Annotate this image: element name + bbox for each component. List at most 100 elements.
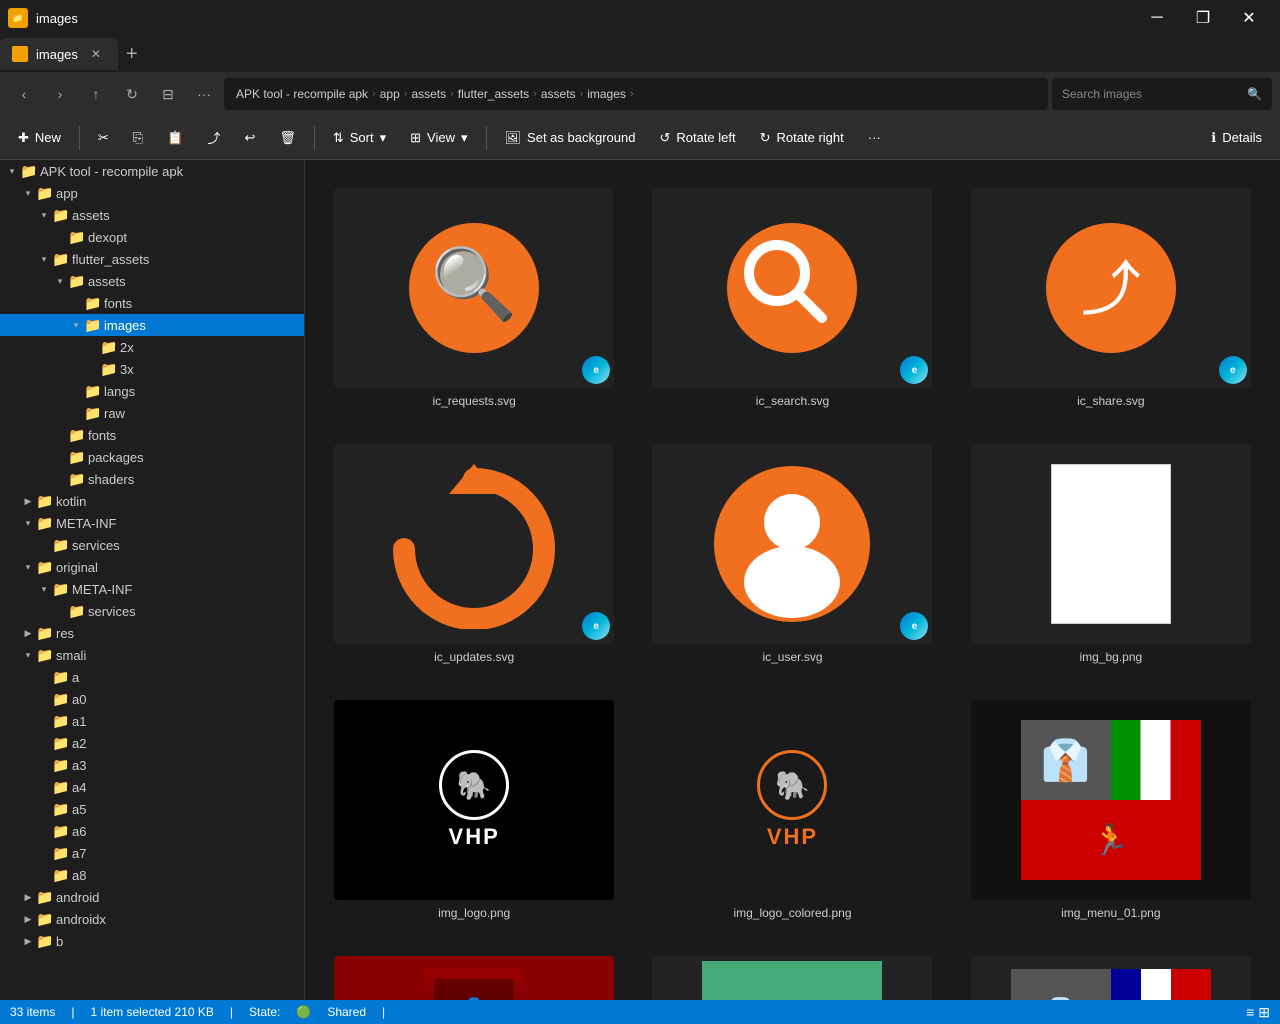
file-item-ic-user[interactable]: e ic_user.svg <box>643 436 941 672</box>
sidebar-item-images[interactable]: ▾ 📁 images <box>0 314 304 336</box>
sidebar-item-assets[interactable]: ▾ 📁 assets <box>0 204 304 226</box>
status-separator: | <box>71 1005 74 1019</box>
sidebar-item-app[interactable]: ▾ 📁 app <box>0 182 304 204</box>
search-bar[interactable]: Search images 🔍 <box>1052 78 1272 110</box>
title-bar: 📁 images ─ ❐ ✕ <box>0 0 1280 36</box>
sidebar-item-raw[interactable]: ▶ 📁 raw <box>0 402 304 424</box>
sidebar-item-a8[interactable]: ▶ 📁 a8 <box>0 864 304 886</box>
file-item-ic-share[interactable]: ⤴ e ic_share.svg <box>962 180 1260 416</box>
paste-button[interactable]: 📋 <box>157 122 193 154</box>
tab-bar: images ✕ + <box>0 36 1280 72</box>
close-button[interactable]: ✕ <box>1226 0 1272 36</box>
file-item-img-onboard[interactable]: 👔 🏳️ 👨‍💼 img_onboard.png <box>962 948 1260 1000</box>
sidebar-item-shaders[interactable]: ▶ 📁 shaders <box>0 468 304 490</box>
sidebar-item-services[interactable]: ▶ 📁 services <box>0 534 304 556</box>
more-options-button[interactable]: ··· <box>858 122 891 154</box>
sidebar-item-packages[interactable]: ▶ 📁 packages <box>0 446 304 468</box>
maximize-button[interactable]: ❐ <box>1180 0 1226 36</box>
vhp-logo-colored: 🐘 VHP <box>757 750 827 850</box>
sidebar-item-assets2[interactable]: ▾ 📁 assets <box>0 270 304 292</box>
sidebar-item-langs[interactable]: ▶ 📁 langs <box>0 380 304 402</box>
file-item-img-menu03[interactable]: img_menu_03.png <box>643 948 941 1000</box>
sidebar-item-a5[interactable]: ▶ 📁 a5 <box>0 798 304 820</box>
sidebar-item-a1[interactable]: ▶ 📁 a1 <box>0 710 304 732</box>
file-name: img_logo.png <box>438 906 510 920</box>
sidebar-item-smali[interactable]: ▾ 📁 smali <box>0 644 304 666</box>
set-background-button[interactable]: 🖼 Set as background <box>495 122 646 154</box>
file-thumbnail: 🐘 VHP <box>334 700 614 900</box>
tab-images[interactable]: images ✕ <box>0 38 118 70</box>
sidebar-item-fonts[interactable]: ▶ 📁 fonts <box>0 292 304 314</box>
sidebar-item-kotlin[interactable]: ▶ 📁 kotlin <box>0 490 304 512</box>
sidebar-item-2x[interactable]: ▶ 📁 2x <box>0 336 304 358</box>
expand-button[interactable]: ⊟ <box>152 78 184 110</box>
view-grid-button[interactable]: ⊞ <box>1258 1004 1270 1021</box>
new-button[interactable]: ✚ New <box>8 122 71 154</box>
breadcrumb[interactable]: APK tool - recompile apk › app › assets … <box>224 78 1048 110</box>
sidebar-item-meta-inf[interactable]: ▾ 📁 META-INF <box>0 512 304 534</box>
minimize-button[interactable]: ─ <box>1134 0 1180 36</box>
delete-button[interactable]: 🗑 <box>269 122 306 154</box>
details-button[interactable]: ℹ Details <box>1201 122 1272 154</box>
rotate-left-button[interactable]: ↺ Rotate left <box>649 122 745 154</box>
move-button[interactable]: ↩ <box>234 122 265 154</box>
file-item-img-menu02[interactable]: 👤 🇸🇷 img_menu_02.png <box>325 948 623 1000</box>
sidebar-label: a6 <box>72 824 86 839</box>
status-selection: 1 item selected 210 KB <box>90 1005 213 1019</box>
sidebar-item-a2[interactable]: ▶ 📁 a2 <box>0 732 304 754</box>
file-item-img-logo-colored[interactable]: 🐘 VHP img_logo_colored.png <box>643 692 941 928</box>
sidebar-item-a4[interactable]: ▶ 📁 a4 <box>0 776 304 798</box>
file-item-ic-updates[interactable]: e ic_updates.svg <box>325 436 623 672</box>
file-thumbnail: 👔 🏳️ 👨‍💼 <box>971 956 1251 1000</box>
sidebar-item-a[interactable]: ▶ 📁 a <box>0 666 304 688</box>
file-thumbnail: e <box>334 444 614 644</box>
breadcrumb-app[interactable]: app <box>380 87 400 101</box>
sidebar-item-original-meta[interactable]: ▾ 📁 META-INF <box>0 578 304 600</box>
sidebar-item-services2[interactable]: ▶ 📁 services <box>0 600 304 622</box>
sidebar-item-a0[interactable]: ▶ 📁 a0 <box>0 688 304 710</box>
sidebar-item-android[interactable]: ▶ 📁 android <box>0 886 304 908</box>
sidebar-item-a7[interactable]: ▶ 📁 a7 <box>0 842 304 864</box>
sidebar-label: fonts <box>104 296 132 311</box>
sidebar-label: a1 <box>72 714 86 729</box>
sidebar-item-dexopt[interactable]: ▾ 📁 dexopt <box>0 226 304 248</box>
file-item-ic-search[interactable]: e ic_search.svg <box>643 180 941 416</box>
file-item-ic-requests[interactable]: 🔍 e ic_requests.svg <box>325 180 623 416</box>
tab-close-button[interactable]: ✕ <box>86 44 106 64</box>
cut-button[interactable]: ✂ <box>88 122 119 154</box>
file-item-img-bg[interactable]: img_bg.png <box>962 436 1260 672</box>
view-list-button[interactable]: ≡ <box>1246 1004 1254 1021</box>
rotate-right-button[interactable]: ↻ Rotate right <box>750 122 854 154</box>
breadcrumb-assets2[interactable]: assets <box>541 87 576 101</box>
sort-button[interactable]: ⇅ Sort ▾ <box>323 122 396 154</box>
new-tab-button[interactable]: + <box>118 43 146 66</box>
share-button[interactable]: ⤴ <box>197 122 230 154</box>
copy-button[interactable]: ⎘ <box>123 122 153 154</box>
breadcrumb-flutter-assets[interactable]: flutter_assets <box>458 87 529 101</box>
file-item-img-menu01[interactable]: 👔 🏃 img_menu_01.png <box>962 692 1260 928</box>
sidebar-item-3x[interactable]: ▶ 📁 3x <box>0 358 304 380</box>
sidebar-item-original[interactable]: ▾ 📁 original <box>0 556 304 578</box>
forward-button[interactable]: › <box>44 78 76 110</box>
view-button[interactable]: ⊞ View ▾ <box>400 122 477 154</box>
more-nav-button[interactable]: ··· <box>188 78 220 110</box>
breadcrumb-apktool[interactable]: APK tool - recompile apk <box>236 87 368 101</box>
sidebar-item-res[interactable]: ▶ 📁 res <box>0 622 304 644</box>
sidebar-item-a6[interactable]: ▶ 📁 a6 <box>0 820 304 842</box>
back-button[interactable]: ‹ <box>8 78 40 110</box>
sidebar-item-a3[interactable]: ▶ 📁 a3 <box>0 754 304 776</box>
sidebar-item-b[interactable]: ▶ 📁 b <box>0 930 304 952</box>
sidebar-item-fonts2[interactable]: ▶ 📁 fonts <box>0 424 304 446</box>
breadcrumb-images[interactable]: images <box>587 87 626 101</box>
file-item-img-logo[interactable]: 🐘 VHP img_logo.png <box>325 692 623 928</box>
up-button[interactable]: ↑ <box>80 78 112 110</box>
onboard-preview: 👔 🏳️ 👨‍💼 <box>1011 969 1211 1001</box>
breadcrumb-assets[interactable]: assets <box>411 87 446 101</box>
sidebar-item-apktool[interactable]: ▾ 📁 APK tool - recompile apk <box>0 160 304 182</box>
sidebar-label: services <box>72 538 120 553</box>
status-separator3: | <box>382 1005 385 1019</box>
edge-icon: e <box>900 356 928 384</box>
refresh-button[interactable]: ↻ <box>116 78 148 110</box>
sidebar-item-flutter-assets[interactable]: ▾ 📁 flutter_assets <box>0 248 304 270</box>
sidebar-item-androidx[interactable]: ▶ 📁 androidx <box>0 908 304 930</box>
